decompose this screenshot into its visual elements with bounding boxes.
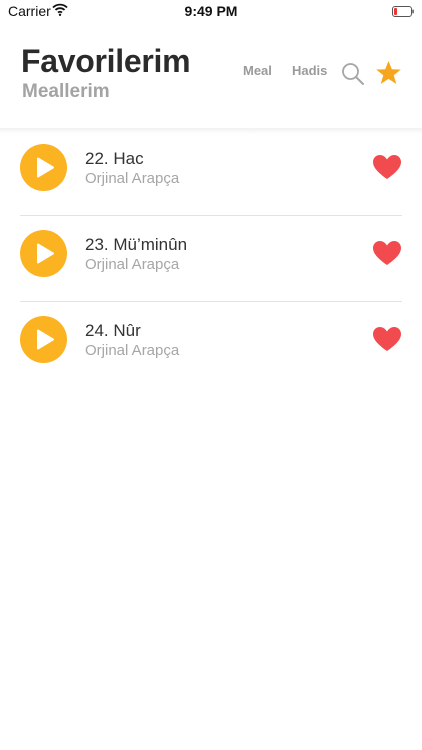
item-title: 22. Hac <box>85 149 144 168</box>
list-item[interactable]: 24. Nûr Orjinal Arapça <box>0 302 422 388</box>
battery-icon <box>392 4 414 17</box>
item-title: 23. Mü’minûn <box>85 235 188 254</box>
hadis-tab[interactable]: Hadis <box>292 63 327 78</box>
page-title: Favorilerim <box>21 43 191 79</box>
status-bar: Carrier 9:49 PM <box>0 0 422 22</box>
star-icon[interactable] <box>375 60 402 86</box>
play-icon <box>37 157 54 178</box>
favorites-list: 22. Hac Orjinal Arapça 23. Mü’minûn Orji… <box>0 130 422 388</box>
list-item[interactable]: 22. Hac Orjinal Arapça <box>0 130 422 216</box>
list-item[interactable]: 23. Mü’minûn Orjinal Arapça <box>0 216 422 302</box>
search-icon[interactable] <box>341 62 365 86</box>
play-button[interactable] <box>20 316 67 363</box>
heart-icon[interactable] <box>373 155 401 180</box>
play-button[interactable] <box>20 144 67 191</box>
heart-icon[interactable] <box>373 241 401 266</box>
meal-tab[interactable]: Meal <box>243 63 272 78</box>
item-subtitle: Orjinal Arapça <box>85 342 180 359</box>
header: Favorilerim Meallerim Meal Hadis <box>0 22 422 128</box>
item-subtitle: Orjinal Arapça <box>85 256 180 273</box>
item-subtitle: Orjinal Arapça <box>85 170 180 187</box>
play-icon <box>37 329 54 350</box>
play-icon <box>37 243 54 264</box>
heart-icon[interactable] <box>373 327 401 352</box>
page-subtitle: Meallerim <box>22 81 110 102</box>
item-title: 24. Nûr <box>85 321 141 340</box>
time-label: 9:49 PM <box>184 3 238 19</box>
play-button[interactable] <box>20 230 67 277</box>
